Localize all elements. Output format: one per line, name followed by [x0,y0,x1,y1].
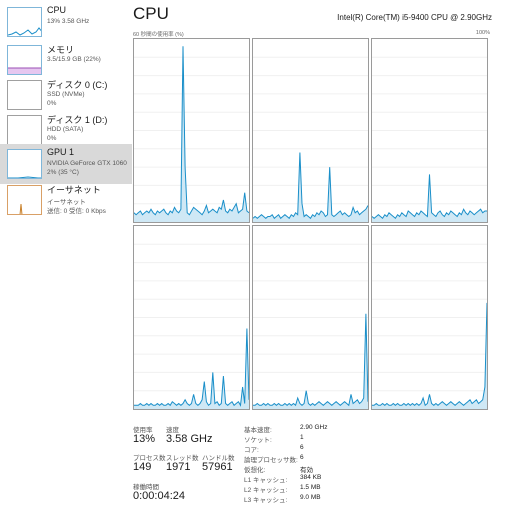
memory-mini-graph [7,45,42,75]
sidebar-item-usage: 0% [47,135,57,142]
spec-value: 6 [300,454,304,461]
spec-value: 1.5 MB [300,484,321,491]
sidebar-item-gpu1[interactable]: GPU 1 NVIDIA GeForce GTX 1060 2% (35 °C) [0,144,132,184]
core-graph-1 [252,38,369,223]
sidebar-item-usage: 2% (35 °C) [47,169,79,176]
sidebar-item-detail: SSD (NVMe) [47,91,85,98]
core-usage-line [253,313,368,407]
core-graph-grid [133,38,490,411]
spec-key: 仮想化: [244,467,266,474]
sidebar-item-ethernet[interactable]: イーサネット イーサネット 送信: 0 受信: 0 Kbps [0,180,132,220]
core-graph-4 [252,225,369,410]
core-usage-area [253,152,368,222]
processes-value: 149 [133,461,152,473]
core-graph-svg [253,243,368,409]
spec-value: 有効 [300,467,313,474]
sidebar-item-title: ディスク 1 (D:) [47,115,108,125]
handles-value: 57961 [202,461,233,473]
core-graph-0 [133,38,250,223]
core-usage-area [372,302,487,409]
spec-key: L3 キャッシュ: [244,497,288,504]
ethernet-mini-graph [7,185,42,215]
core-graph-svg [372,243,487,409]
core-graph-2 [371,38,488,223]
sidebar-item-title: メモリ [47,45,75,55]
spec-value: 6 [300,444,304,451]
graph-max-label: 100% [475,30,490,36]
sidebar-item-title: CPU [47,5,67,15]
sidebar-item-title: GPU 1 [47,147,75,157]
sidebar-item-usage: 送信: 0 受信: 0 Kbps [47,208,106,215]
spec-value: 9.0 MB [300,494,321,501]
sidebar-item-title: ディスク 0 (C:) [47,80,108,90]
spec-key: L1 キャッシュ: [244,477,288,484]
core-graph-3 [133,225,250,410]
spec-key: コア: [244,447,259,454]
sidebar: CPU 13% 3.58 GHz メモリ 3.5/15.9 GB (22%) デ… [0,0,132,512]
sidebar-item-usage: 0% [47,100,57,107]
sidebar-item-title: イーサネット [47,185,101,195]
sidebar-item-disk0[interactable]: ディスク 0 (C:) SSD (NVMe) 0% [0,75,132,115]
core-graph-svg [253,56,368,222]
usage-value: 13% [133,433,156,445]
spec-value: 384 KB [300,474,322,481]
threads-value: 1971 [166,461,191,473]
cpu-mini-graph [7,7,42,37]
graph-caption: 60 秒間の使用率 (%) [133,32,184,38]
sidebar-item-memory[interactable]: メモリ 3.5/15.9 GB (22%) [0,40,132,80]
disk1-mini-graph [7,115,42,145]
spec-value: 2.90 GHz [300,424,328,431]
uptime-value: 0:00:04:24 [133,490,185,502]
spec-key: 論理プロセッサ数: [244,457,298,464]
gpu-mini-graph [7,149,42,179]
sidebar-item-detail: 13% 3.58 GHz [47,18,90,25]
spec-key: 基本速度: [244,427,272,434]
core-graph-svg [134,46,249,222]
page-title: CPU [133,4,169,23]
sidebar-item-cpu[interactable]: CPU 13% 3.58 GHz [0,2,132,42]
core-graph-5 [371,225,488,410]
cpu-model-name: Intel(R) Core(TM) i5-9400 CPU @ 2.90GHz [337,13,492,22]
disk0-mini-graph [7,80,42,110]
core-usage-area [134,328,249,409]
core-usage-line [134,328,249,407]
speed-value: 3.58 GHz [166,433,213,445]
sidebar-item-detail: 3.5/15.9 GB (22%) [47,56,101,63]
core-graph-svg [134,243,249,409]
core-usage-area [134,46,249,222]
core-graph-svg [372,56,487,222]
spec-key: L2 キャッシュ: [244,487,288,494]
sidebar-item-detail: HDD (SATA) [47,126,84,133]
spec-value: 1 [300,434,304,441]
spec-key: ソケット: [244,437,272,444]
sidebar-item-detail: NVIDIA GeForce GTX 1060 [47,160,127,167]
